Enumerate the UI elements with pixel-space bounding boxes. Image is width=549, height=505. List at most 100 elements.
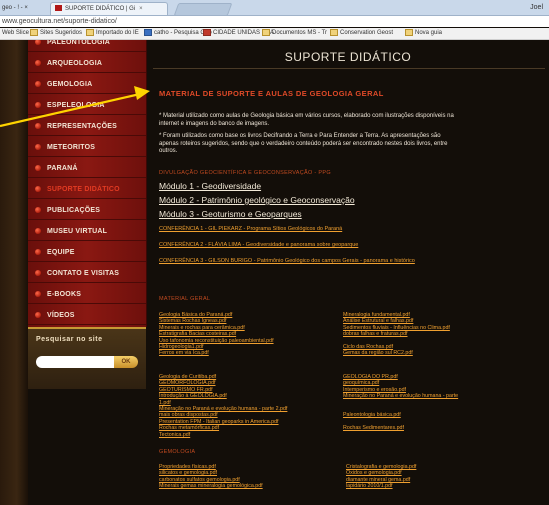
file-list-left-1: Geologia Básica do Paraná.pdf Sistemas R… xyxy=(159,312,274,357)
intro-paragraph-1: * Material utilizado como aulas de Geolo… xyxy=(159,113,454,127)
file-link[interactable]: Gemas da região sul RC2.pdf xyxy=(343,350,450,356)
page-title: SUPORTE DIDÁTICO xyxy=(284,50,412,64)
module-link-2[interactable]: Módulo 2 - Patrimônio geológico e Geocon… xyxy=(159,195,355,205)
intro-paragraph-2: * Foram utilizados como base os livros D… xyxy=(159,133,448,154)
conference-link-2[interactable]: CONFERÊNCIA 2 - FLÁVIA LIMA - Geodiversi… xyxy=(159,242,358,248)
nav-item-espeleologia[interactable]: ESPELEOLOGIA xyxy=(28,96,146,115)
file-link[interactable]: Mineração no Paraná e evolução humana - … xyxy=(343,393,458,399)
file-link[interactable]: Tectonica.pdf xyxy=(159,432,287,438)
nav-label: CONTATO E VISITAS xyxy=(47,270,120,277)
site-search-panel: Pesquisar no site OK xyxy=(28,327,146,389)
file-list-right-3: Cristalografia e gemologia.pdf Óxidos e … xyxy=(346,464,416,490)
user-name[interactable]: Joel xyxy=(530,2,543,14)
bullet-icon xyxy=(35,207,41,213)
file-list-right-1: Mineralogia fundamental.pdf Análise Estr… xyxy=(343,312,450,357)
bullet-icon xyxy=(35,291,41,297)
conference-link-1[interactable]: CONFERÊNCIA 1 - GIL PIEKARZ - Programa S… xyxy=(159,226,342,232)
module-link-1[interactable]: Módulo 1 - Geodiversidade xyxy=(159,181,261,191)
nav-item-meteoritos[interactable]: METEORITOS xyxy=(28,138,146,157)
conference-link-3[interactable]: CONFERÊNCIA 3 - GILSON BURIGO - Patrimôn… xyxy=(159,258,415,264)
modules-subheading: DIVULGAÇÃO GEOCIENTÍFICA E GEOCONSERVAÇÃ… xyxy=(159,170,331,176)
section-heading: MATERIAL DE SUPORTE E AULAS DE GEOLOGIA … xyxy=(159,89,384,98)
nav-label: EQUIPE xyxy=(47,249,75,256)
web-page: PALEONTOLOGIA ARQUEOLOGIA GEMOLOGIA ESPE… xyxy=(0,40,549,505)
bookmark-label: Importado do IE xyxy=(96,30,139,36)
nav-label: ARQUEOLOGIA xyxy=(47,60,103,67)
nav-label: MUSEU VIRTUAL xyxy=(47,228,108,235)
file-link[interactable]: Ferros em via Ica.pdf xyxy=(159,350,274,356)
file-link[interactable]: lapidário 2010/1.pdf xyxy=(346,483,416,489)
bullet-icon xyxy=(35,102,41,108)
bookmark-label: Nova guia xyxy=(415,30,443,36)
nav-label: REPRESENTAÇÕES xyxy=(47,123,117,130)
file-list-left-2: Geologia de Curitiba.pdf GEOMORFOLOGIA.p… xyxy=(159,374,287,438)
google-icon xyxy=(144,28,152,36)
search-input[interactable] xyxy=(36,356,114,368)
nav-item-arqueologia[interactable]: ARQUEOLOGIA xyxy=(28,54,146,73)
nav-item-parana[interactable]: PARANÁ xyxy=(28,159,146,178)
sidebar-nav: PALEONTOLOGIA ARQUEOLOGIA GEMOLOGIA ESPE… xyxy=(28,40,147,327)
nav-label: PARANÁ xyxy=(47,165,78,172)
tab-title: SUPORTE DIDÁTICO | Gi xyxy=(65,6,136,12)
document-icon xyxy=(262,28,270,36)
bullet-icon xyxy=(35,40,41,45)
site-favicon-icon xyxy=(55,5,62,12)
bullet-icon xyxy=(35,186,41,192)
bullet-icon xyxy=(35,312,41,318)
nav-label: E-BOOKS xyxy=(47,291,82,298)
bookmark-item[interactable]: Web Slice xyxy=(2,28,29,39)
bookmark-item[interactable]: Sites Sugeridos xyxy=(30,28,82,39)
browser-tab-previous[interactable]: geo - ! - × xyxy=(0,2,48,15)
nav-item-gemologia[interactable]: GEMOLOGIA xyxy=(28,75,146,94)
nav-label: ESPELEOLOGIA xyxy=(47,102,105,109)
nav-item-suporte-didatico[interactable]: SUPORTE DIDÁTICO xyxy=(28,180,146,199)
nav-label: SUPORTE DIDÁTICO xyxy=(47,186,120,193)
bullet-icon xyxy=(35,60,41,66)
nav-label: METEORITOS xyxy=(47,144,96,151)
bullet-icon xyxy=(35,228,41,234)
bookmark-item[interactable]: Conservation Geost xyxy=(330,28,393,39)
new-tab-button[interactable] xyxy=(173,3,233,16)
search-title: Pesquisar no site xyxy=(36,336,103,343)
decorative-frame xyxy=(0,40,28,505)
nav-item-contato-visitas[interactable]: CONTATO E VISITAS xyxy=(28,264,146,283)
module-link-3[interactable]: Módulo 3 - Geoturismo e Geoparques xyxy=(159,209,302,219)
nav-item-e-books[interactable]: E-BOOKS xyxy=(28,285,146,304)
bookmark-item[interactable]: Importado do IE xyxy=(86,28,139,39)
bookmark-item[interactable]: catho - Pesquisa Goo xyxy=(144,28,212,39)
folder-icon xyxy=(30,28,38,36)
nav-item-paleontologia[interactable]: PALEONTOLOGIA xyxy=(28,40,146,52)
document-icon xyxy=(330,28,338,36)
flag-icon xyxy=(203,28,211,36)
bullet-icon xyxy=(35,144,41,150)
bullet-icon xyxy=(35,270,41,276)
file-list-right-2: GEOLOGIA DO PR.pdf geoquímica.pdf Intemp… xyxy=(343,374,458,438)
tab-close-icon[interactable]: × xyxy=(139,6,143,12)
bullet-icon xyxy=(35,249,41,255)
nav-item-publicacoes[interactable]: PUBLICAÇÕES xyxy=(28,201,146,220)
gemology-subheading: GEMOLOGIA xyxy=(159,449,196,455)
bookmark-item[interactable]: Documentos MS - Tr xyxy=(262,28,327,39)
bookmark-label: Conservation Geost xyxy=(340,30,394,36)
bullet-icon xyxy=(35,123,41,129)
bookmark-label: Web Slice xyxy=(2,30,29,36)
bullet-icon xyxy=(35,81,41,87)
nav-item-museu-virtual[interactable]: MUSEU VIRTUAL xyxy=(28,222,146,241)
bullet-icon xyxy=(35,165,41,171)
bookmark-item[interactable]: Nova guia xyxy=(405,28,442,39)
document-icon xyxy=(405,28,413,36)
address-bar[interactable]: www.geocultura.net/suporte-didatico/ xyxy=(0,16,549,27)
browser-tab-active[interactable]: SUPORTE DIDÁTICO | Gi × xyxy=(50,2,168,15)
browser-tab-bar: geo - ! - × SUPORTE DIDÁTICO | Gi × Joel xyxy=(0,0,549,16)
files-subheading: MATERIAL GERAL xyxy=(159,296,211,302)
nav-label: PALEONTOLOGIA xyxy=(47,40,111,46)
title-divider xyxy=(153,68,545,69)
nav-item-videos[interactable]: VÍDEOS xyxy=(28,306,146,325)
main-content: SUPORTE DIDÁTICO MATERIAL DE SUPORTE E A… xyxy=(147,40,549,505)
search-button[interactable]: OK xyxy=(114,356,138,368)
nav-item-representacoes[interactable]: REPRESENTAÇÕES xyxy=(28,117,146,136)
nav-label: PUBLICAÇÕES xyxy=(47,207,101,214)
nav-item-equipe[interactable]: EQUIPE xyxy=(28,243,146,262)
file-link[interactable]: Minerais gemas mineralogia gemológica.pd… xyxy=(159,483,263,489)
file-spacer xyxy=(343,432,458,438)
